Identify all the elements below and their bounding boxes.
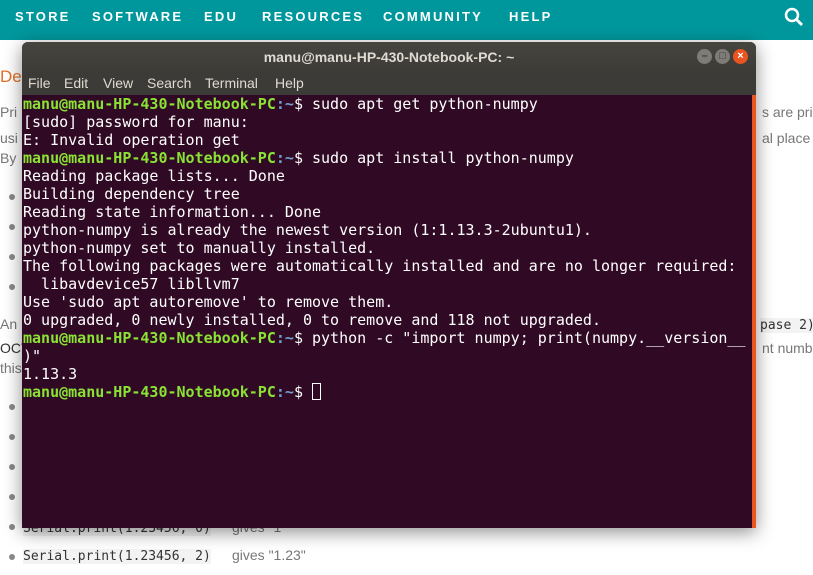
nav-resources[interactable]: RESOURCES [262, 9, 364, 24]
window-title: manu@manu-HP-430-Notebook-PC: ~ [263, 49, 515, 65]
command-line: manu@manu-HP-430-Notebook-PC:~$ python -… [23, 329, 751, 347]
output-line: 0 upgraded, 0 newly installed, 0 to remo… [23, 311, 601, 329]
output-line: python-numpy set to manually installed. [23, 239, 376, 257]
bullet [9, 434, 15, 440]
page-heading-fragment: De [0, 67, 22, 86]
output-line: The following packages were automaticall… [23, 257, 737, 275]
command-line: manu@manu-HP-430-Notebook-PC:~$ sudo apt… [23, 95, 751, 113]
text-fragment: al place [762, 130, 811, 146]
prompt-user: manu@manu-HP-430-Notebook-PC [23, 329, 276, 347]
output-line: python-numpy is already the newest versi… [23, 221, 592, 239]
output-line: Reading state information... Done [23, 203, 322, 221]
menu-terminal[interactable]: Terminal [205, 75, 258, 91]
output-line: )" [23, 347, 42, 365]
close-icon[interactable]: × [733, 49, 748, 64]
command-text: sudo apt get python-numpy [312, 95, 538, 113]
menu-file[interactable]: File [28, 75, 51, 91]
output-line: Use 'sudo apt autoremove' to remove them… [23, 293, 394, 311]
bullet [9, 194, 15, 200]
prompt-path: :~ [275, 95, 294, 113]
command-line: manu@manu-HP-430-Notebook-PC:~$ sudo apt… [23, 149, 751, 167]
nav-edu[interactable]: EDU [204, 9, 238, 24]
prompt-path: :~ [275, 149, 294, 167]
prompt-symbol: $ [293, 149, 312, 167]
minimize-icon[interactable]: – [697, 49, 712, 64]
bullet [9, 554, 15, 560]
bullet [9, 464, 15, 470]
text-fragment: nt numb [762, 340, 813, 356]
output-line: Building dependency tree [23, 185, 240, 203]
bullet [9, 524, 15, 530]
prompt-symbol: $ [293, 383, 312, 401]
prompt-user: manu@manu-HP-430-Notebook-PC [23, 95, 276, 113]
maximize-icon[interactable]: □ [715, 49, 730, 64]
text-fragment: An [0, 316, 18, 332]
scrollbar[interactable] [752, 95, 756, 528]
text-fragment: s are pri [762, 104, 813, 120]
bullet [9, 254, 15, 260]
search-icon[interactable] [784, 7, 804, 27]
text-fragment: usi [0, 130, 18, 146]
prompt-user: manu@manu-HP-430-Notebook-PC [23, 149, 276, 167]
output-line: 1.13.3 [23, 365, 78, 383]
nav-store[interactable]: STORE [15, 9, 71, 24]
output-line: Reading package lists... Done [23, 167, 285, 185]
prompt-symbol: $ [293, 329, 312, 347]
command-line: manu@manu-HP-430-Notebook-PC:~$ [23, 383, 751, 401]
terminal-titlebar[interactable]: manu@manu-HP-430-Notebook-PC: ~ [22, 42, 756, 72]
text-fragment: Pri [0, 104, 18, 120]
bullet [9, 404, 15, 410]
terminal-menubar: File Edit View Search Terminal Help [22, 72, 756, 95]
prompt-user: manu@manu-HP-430-Notebook-PC [23, 383, 276, 401]
menu-edit[interactable]: Edit [64, 75, 88, 91]
code-example: Serial.print(1.23456, 2) [23, 549, 211, 564]
text-cursor [312, 383, 321, 400]
code-result: gives "1.23" [232, 547, 306, 563]
bullet [9, 284, 15, 290]
command-text: python -c "import numpy; print(numpy.__v… [312, 329, 746, 347]
output-line: E: Invalid operation get [23, 131, 240, 149]
nav-community[interactable]: COMMUNITY [383, 9, 483, 24]
output-line: libavdevice57 libllvm7 [23, 275, 240, 293]
text-fragment: By [0, 150, 17, 166]
output-line: [sudo] password for manu: [23, 113, 249, 131]
bullet [9, 494, 15, 500]
terminal-window[interactable]: manu@manu-HP-430-Notebook-PC: ~ – □ × Fi… [22, 42, 756, 528]
command-text: sudo apt install python-numpy [312, 149, 574, 167]
prompt-path: :~ [275, 329, 294, 347]
bullet [9, 224, 15, 230]
terminal-output[interactable]: manu@manu-HP-430-Notebook-PC:~$ sudo apt… [23, 95, 751, 528]
menu-search[interactable]: Search [147, 75, 191, 91]
menu-help[interactable]: Help [275, 75, 304, 91]
prompt-path: :~ [275, 383, 294, 401]
menu-view[interactable]: View [103, 75, 133, 91]
code-fragment: pase 2) [760, 318, 813, 333]
nav-software[interactable]: SOFTWARE [92, 9, 183, 24]
text-fragment: this [0, 360, 22, 376]
prompt-symbol: $ [293, 95, 312, 113]
site-nav-bar: STORE SOFTWARE EDU RESOURCES COMMUNITY H… [0, 0, 813, 40]
nav-help[interactable]: HELP [509, 9, 552, 24]
